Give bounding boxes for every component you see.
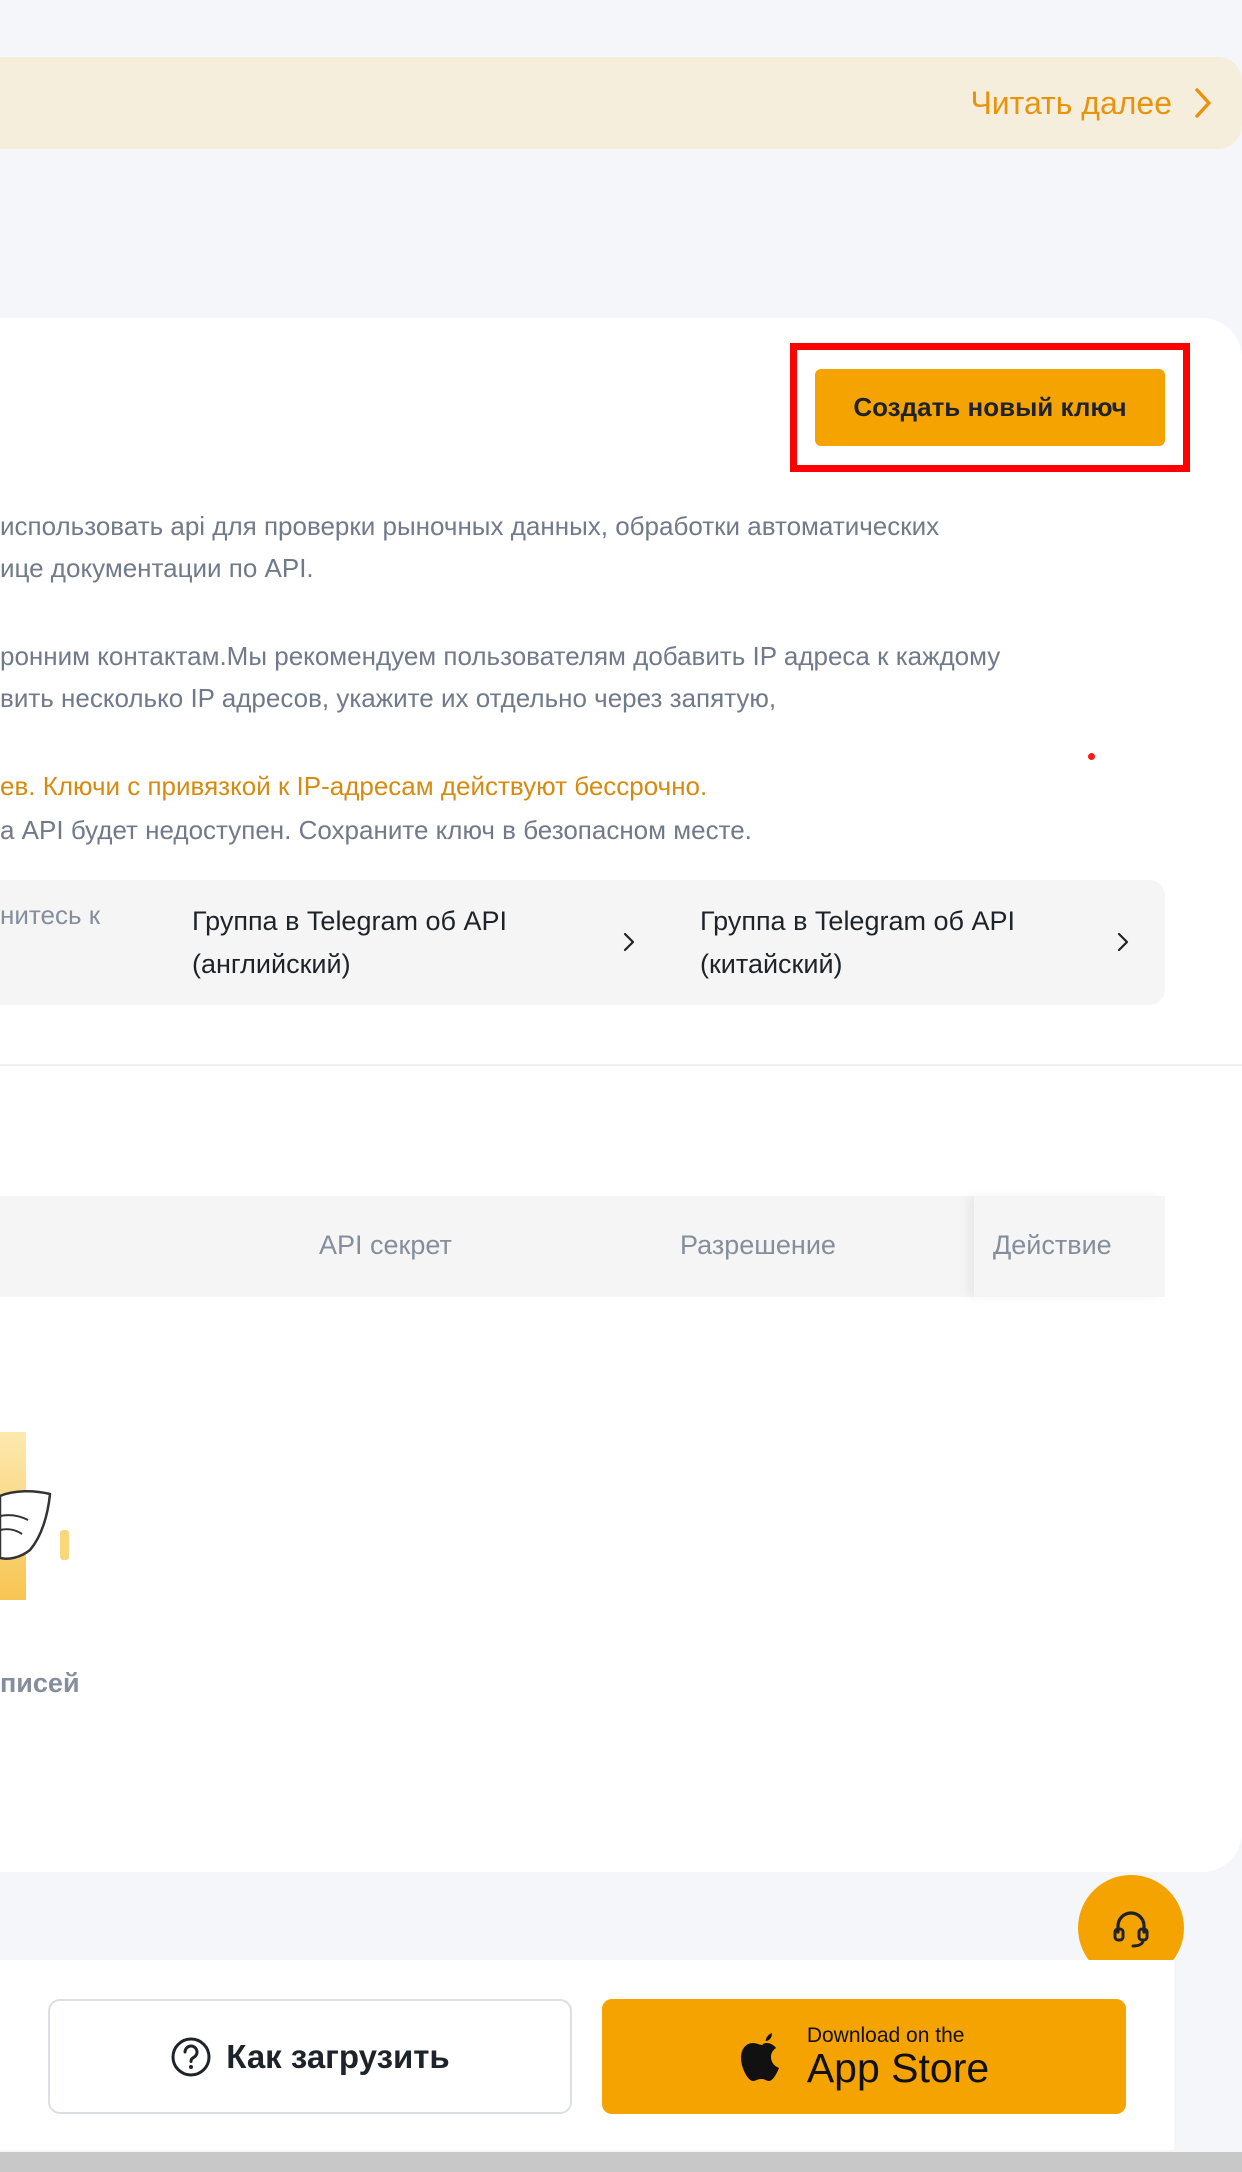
chevron-right-icon <box>1195 88 1211 118</box>
telegram-group-english-link[interactable]: Группа в Telegram об API (английский) <box>192 900 652 986</box>
how-to-download-label: Как загрузить <box>226 2037 450 2075</box>
telegram-group-title: Группа в Telegram об API <box>192 906 507 936</box>
section-divider <box>0 1064 1242 1066</box>
browser-bottom-strip <box>0 2152 1242 2172</box>
read-more-link[interactable]: Читать далее <box>970 57 1214 149</box>
question-circle-icon <box>171 2037 211 2076</box>
apple-icon <box>740 2032 779 2081</box>
empty-state-illustration <box>0 1432 69 1600</box>
app-store-small-label: Download on the <box>806 2023 965 2047</box>
warning-line: ев. Ключи с привязкой к IP-адресам дейст… <box>0 771 708 801</box>
description-line: использовать api для проверки рыночных д… <box>0 511 940 541</box>
telegram-group-title: Группа в Telegram об API <box>700 906 1015 936</box>
empty-state-text: писей <box>0 1668 80 1698</box>
column-header-api-secret: API секрет <box>319 1230 452 1260</box>
how-to-download-button[interactable]: Как загрузить <box>48 1999 572 2114</box>
chevron-right-icon <box>623 932 635 952</box>
description-line: вить несколько IP адресов, укажите их от… <box>0 683 777 713</box>
column-header-action: Действие <box>993 1230 1112 1260</box>
chevron-right-icon <box>1117 932 1129 952</box>
read-more-label: Читать далее <box>970 84 1172 121</box>
app-store-big-label: App Store <box>806 2044 990 2091</box>
description-line: ице документации по API. <box>0 553 314 583</box>
description-line: а API будет недоступен. Сохраните ключ в… <box>0 815 752 845</box>
announcement-banner: Читать далее <box>0 57 1242 149</box>
telegram-join-label: нитесь к <box>0 900 101 930</box>
telegram-group-language: (английский) <box>192 949 351 979</box>
column-header-permission: Разрешение <box>680 1230 836 1260</box>
red-dot-marker <box>1088 753 1095 760</box>
app-store-button[interactable]: Download on the App Store <box>602 1999 1126 2114</box>
create-new-key-button[interactable]: Создать новый ключ <box>815 369 1165 446</box>
telegram-group-language: (китайский) <box>700 949 843 979</box>
telegram-group-chinese-link[interactable]: Группа в Telegram об API (китайский) <box>700 900 1160 986</box>
headset-icon <box>1113 1911 1149 1948</box>
description-line: ронним контактам.Мы рекомендуем пользова… <box>0 641 1001 671</box>
